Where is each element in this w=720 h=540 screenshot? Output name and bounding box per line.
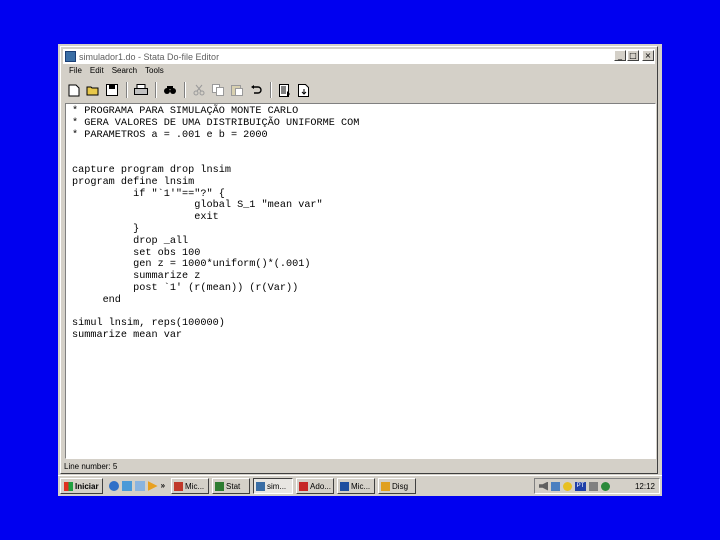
paste-icon[interactable] [228,81,246,99]
quick-launch: » [108,481,168,491]
title-bar[interactable]: simulador1.do - Stata Do-file Editor _ □… [63,49,655,64]
toolbar-separator [270,82,272,98]
display-icon[interactable] [589,481,598,491]
antivirus-icon[interactable] [601,481,610,491]
start-button[interactable]: Iniciar [60,478,103,494]
close-button[interactable]: × [642,50,654,61]
word-icon [340,481,350,491]
taskbar-item-simulador[interactable]: sim... [253,478,294,494]
copy-icon[interactable] [209,81,227,99]
toolbar-separator [155,82,157,98]
open-folder-icon[interactable] [84,81,102,99]
new-file-icon[interactable] [65,81,83,99]
do-file-editor-window: simulador1.do - Stata Do-file Editor _ □… [60,46,658,474]
find-icon[interactable] [161,81,179,99]
toolbar [65,79,314,101]
desktop-icon[interactable] [134,481,145,491]
taskbar: Iniciar » Mic... Stat sim... Ado... Mic.… [58,475,662,496]
code-editor[interactable]: * PROGRAMA PARA SIMULAÇÃO MONTE CARLO * … [65,103,656,459]
toolbar-separator [126,82,128,98]
taskbar-item-disg[interactable]: Disg [378,478,417,494]
menu-tools[interactable]: Tools [141,65,168,78]
menu-edit[interactable]: Edit [86,65,108,78]
volume-icon[interactable] [539,481,548,491]
taskbar-item-stata[interactable]: Stat [212,478,251,494]
undo-icon[interactable] [247,81,265,99]
language-indicator[interactable]: PT [575,481,586,491]
chevron-right-icon[interactable]: » [161,481,165,491]
taskbar-item-mic-2[interactable]: Mic... [337,478,376,494]
do-file-code[interactable]: * PROGRAMA PARA SIMULAÇÃO MONTE CARLO * … [66,104,655,344]
line-number-status: Line number: 5 [64,461,118,471]
ie-icon[interactable] [108,481,119,491]
status-bar: Line number: 5 [63,460,655,472]
clock: 12:12 [634,481,655,491]
desktop-screen: simulador1.do - Stata Do-file Editor _ □… [58,44,662,496]
cut-icon[interactable] [190,81,208,99]
system-tray: PT 12:12 [534,478,660,494]
do-icon[interactable] [295,81,313,99]
windows-logo-icon [64,481,73,491]
menu-search[interactable]: Search [108,65,141,78]
window-controls: _ □ × [614,50,654,61]
stata-app-icon [65,51,76,62]
folder-icon [381,481,391,491]
run-icon[interactable] [276,81,294,99]
taskbar-item-adobe[interactable]: Ado... [296,478,335,494]
stata-icon [215,481,225,491]
outlook-icon[interactable] [121,481,132,491]
network-icon[interactable] [551,481,560,491]
tray-icons: PT [539,481,610,491]
maximize-button[interactable]: □ [627,50,639,61]
save-icon[interactable] [103,81,121,99]
messenger-icon[interactable] [563,481,572,491]
toolbar-separator [184,82,186,98]
print-icon[interactable] [132,81,150,99]
powerpoint-icon [174,481,184,491]
do-editor-icon [256,481,266,491]
menu-bar: File Edit Search Tools [65,65,168,78]
media-player-icon[interactable] [147,481,158,491]
window-title: simulador1.do - Stata Do-file Editor [79,51,220,62]
acrobat-icon [299,481,309,491]
taskbar-item-mic-1[interactable]: Mic... [171,478,210,494]
start-label: Iniciar [75,481,99,491]
menu-file[interactable]: File [65,65,86,78]
minimize-button[interactable]: _ [614,50,626,61]
